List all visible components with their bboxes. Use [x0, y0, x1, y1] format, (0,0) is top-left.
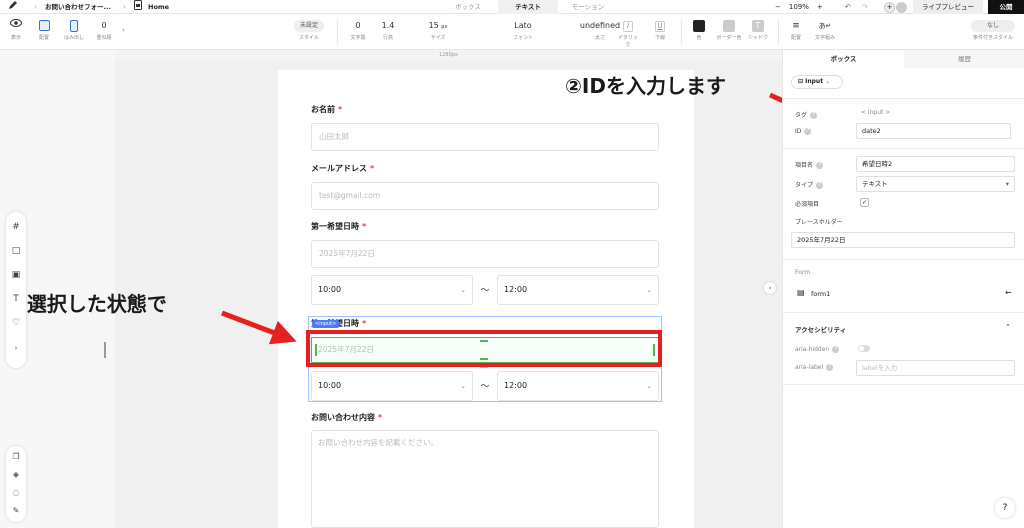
type-select[interactable]: テキスト ▾ — [856, 176, 1015, 192]
collapse-chevron-icon[interactable]: ⌃ — [1005, 323, 1011, 331]
field-name-input[interactable]: 希望日時2 — [856, 156, 1015, 172]
panel-resize-handle[interactable] — [104, 342, 106, 358]
type-label: タイプ? — [795, 180, 824, 189]
pages-icon[interactable]: ❐ — [6, 452, 26, 461]
placeholder-label: プレースホルダー — [795, 219, 843, 226]
tab-panel-history[interactable]: 履歴 — [904, 50, 1024, 68]
layers-icon[interactable]: ◈ — [6, 470, 26, 479]
tag-value: < input > — [861, 109, 891, 116]
form-icon: ▤ — [797, 288, 805, 297]
box-tool-icon[interactable]: □ — [6, 246, 26, 256]
go-to-form-arrow-icon[interactable]: ← — [1005, 288, 1012, 297]
comment-icon[interactable]: ◌ — [6, 488, 26, 497]
left-tool-palette: # □ ▣ T ♡ › — [6, 212, 26, 368]
aria-label-label: aria-label? — [795, 364, 834, 371]
panel-tabs: ボックス 履歴 — [783, 50, 1024, 68]
help-icon: ? — [832, 346, 840, 353]
divider — [783, 259, 1024, 260]
help-button[interactable]: ? — [995, 498, 1015, 518]
divider — [783, 148, 1024, 149]
divider — [783, 384, 1024, 385]
edit-icon[interactable]: ✎ — [6, 506, 26, 515]
annotation-arrow-1 — [221, 310, 297, 345]
left-utility-palette: ❐ ◈ ◌ ✎ — [6, 446, 26, 522]
aria-hidden-label: aria-hidden? — [795, 346, 840, 353]
divider — [783, 312, 1024, 313]
annotation-step2: ②IDを入力します — [565, 74, 726, 98]
annotation-step1: ①選択した状態で — [10, 292, 167, 316]
favorite-heart-icon[interactable]: ♡ — [6, 318, 26, 328]
tag-label: タグ? — [795, 110, 818, 119]
help-icon: ? — [816, 162, 824, 169]
text-tool-icon[interactable]: T — [6, 294, 26, 304]
aria-label-input[interactable]: labelを入力 — [856, 360, 1015, 376]
placeholder-input[interactable]: 2025年7月22日 — [791, 232, 1015, 248]
help-icon: ? — [804, 128, 812, 135]
help-icon: ? — [826, 364, 834, 371]
element-type-dropdown[interactable]: ⊟ Input ⌄ — [791, 75, 843, 89]
dropdown-caret-icon: ▾ — [1005, 180, 1009, 188]
help-icon: ? — [816, 182, 824, 189]
form-section-title: Form — [795, 269, 811, 276]
divider — [783, 98, 1024, 99]
id-label: ID? — [795, 128, 812, 135]
required-checkbox[interactable]: ✓ — [860, 198, 869, 207]
frame-tool-icon[interactable]: # — [6, 222, 26, 232]
expand-chevron-icon[interactable]: › — [6, 344, 26, 352]
help-icon: ? — [810, 112, 818, 119]
aria-hidden-toggle[interactable] — [858, 345, 870, 352]
accessibility-section-title: アクセシビリティ — [795, 326, 847, 334]
chevron-down-icon: ⌄ — [825, 78, 831, 85]
properties-panel: ボックス 履歴 ⊟ Input ⌄ タグ? < input > ID? date… — [782, 50, 1024, 528]
field-name-label: 項目名? — [795, 160, 824, 169]
form-name[interactable]: form1 — [811, 290, 830, 298]
tab-panel-box[interactable]: ボックス — [783, 50, 904, 68]
required-label: 必須項目 — [795, 201, 820, 208]
image-tool-icon[interactable]: ▣ — [6, 270, 26, 280]
toggle-panel-chevron-icon[interactable]: › — [763, 281, 777, 295]
id-input[interactable]: date2 — [856, 123, 1011, 139]
